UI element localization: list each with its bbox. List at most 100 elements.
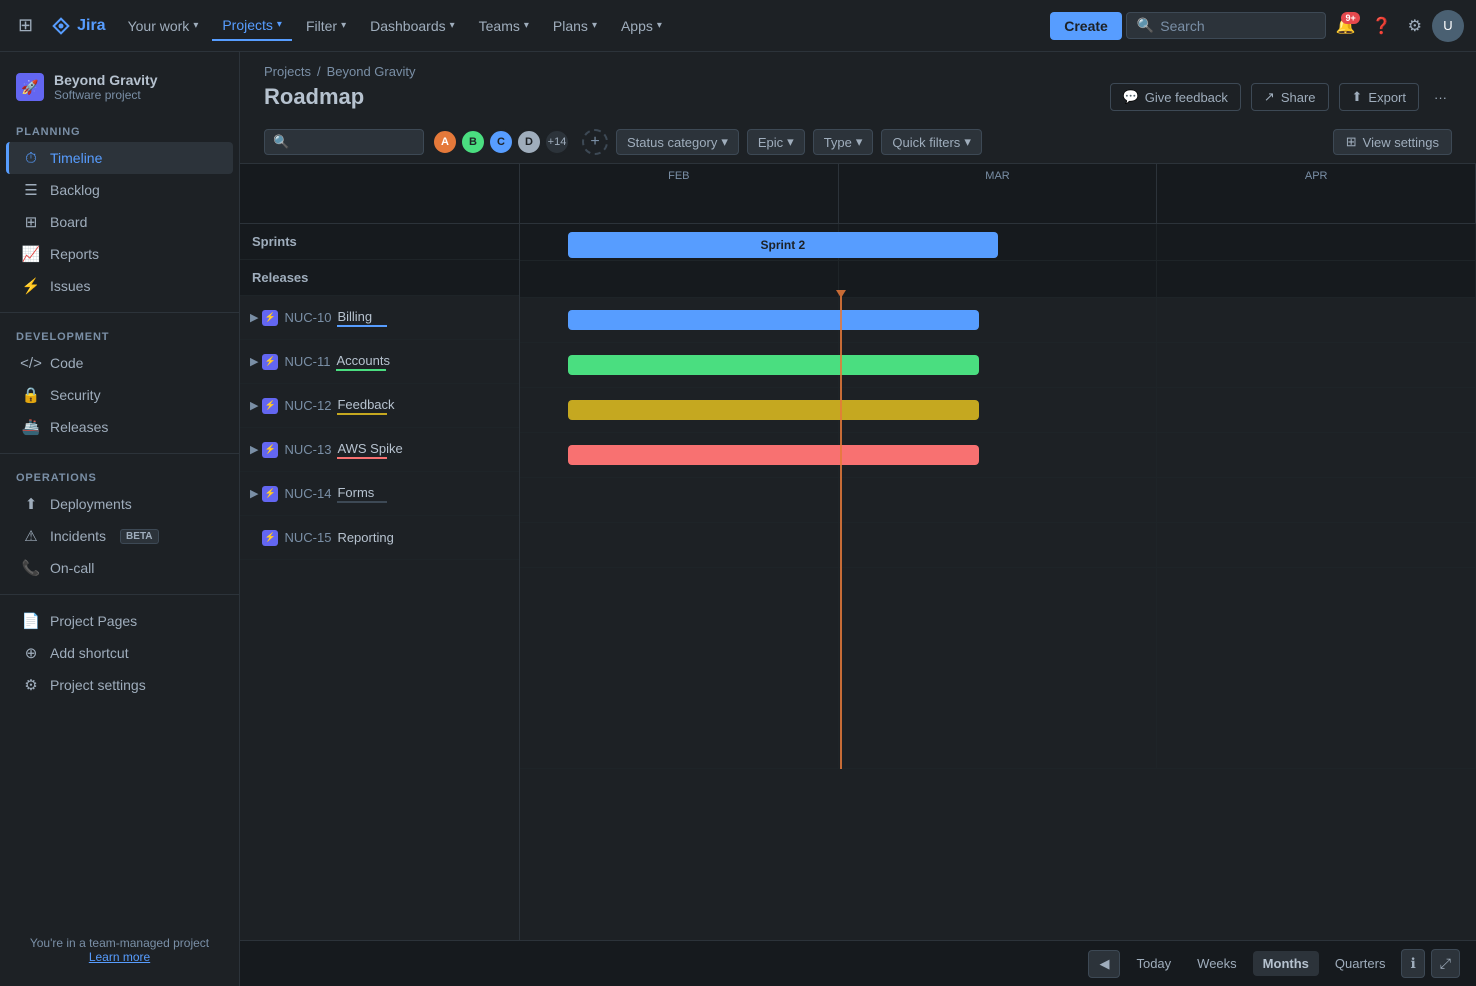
expand-nuc12[interactable]: ▶: [250, 399, 258, 412]
gantt-releases-section: Releases: [240, 260, 519, 296]
roadmap-search[interactable]: 🔍: [264, 129, 424, 155]
expand-nuc13[interactable]: ▶: [250, 443, 258, 456]
gantt-col: [520, 523, 839, 567]
item-name-nuc15: Reporting: [337, 530, 393, 545]
breadcrumb-projects[interactable]: Projects: [264, 64, 311, 79]
sidebar-item-timeline[interactable]: ⏱ Timeline: [6, 142, 233, 174]
avatar-4[interactable]: D: [516, 129, 542, 155]
expand-nuc10[interactable]: ▶: [250, 311, 258, 324]
reports-icon: 📈: [22, 245, 40, 263]
nav-your-work[interactable]: Your work ▾: [118, 12, 209, 40]
sidebar-item-label: Releases: [50, 419, 108, 435]
avatar-1[interactable]: A: [432, 129, 458, 155]
sidebar-item-project-settings[interactable]: ⚙ Project settings: [6, 669, 233, 701]
bar-nuc12[interactable]: [568, 400, 979, 420]
gantt-wrapper: Sprints Releases ▶ ⚡ NUC-10 Billing: [240, 164, 1476, 986]
settings-button[interactable]: ⚙: [1402, 10, 1428, 42]
sidebar-item-add-shortcut[interactable]: ⊕ Add shortcut: [6, 637, 233, 669]
sidebar-item-releases[interactable]: 🚢 Releases: [6, 411, 233, 443]
item-id-nuc11: NUC-11: [284, 354, 330, 369]
sidebar-item-reports[interactable]: 📈 Reports: [6, 238, 233, 270]
export-button[interactable]: ⬆ Export: [1339, 83, 1419, 111]
beta-badge: BETA: [120, 529, 158, 544]
avatar[interactable]: U: [1432, 10, 1464, 42]
gantt-left-header: [240, 164, 519, 224]
sidebar-item-oncall[interactable]: 📞 On-call: [6, 552, 233, 584]
sidebar-item-label: On-call: [50, 560, 94, 576]
breadcrumb: Projects / Beyond Gravity: [264, 64, 1452, 79]
footer-note: You're in a team-managed project: [16, 936, 223, 950]
item-underline: [337, 413, 387, 415]
settings-icon: ⊞: [1346, 134, 1357, 150]
gantt-body: Sprint 2: [520, 224, 1476, 769]
chevron-icon: ▾: [277, 19, 282, 30]
help-button[interactable]: ❓: [1366, 10, 1398, 42]
bar-nuc13[interactable]: [568, 445, 979, 465]
quick-filters[interactable]: Quick filters ▾: [881, 129, 981, 155]
sidebar-item-code[interactable]: </> Code: [6, 347, 233, 379]
nav-filter[interactable]: Filter ▾: [296, 12, 356, 40]
sidebar-item-security[interactable]: 🔒 Security: [6, 379, 233, 411]
jira-logo[interactable]: Jira: [43, 16, 113, 36]
view-settings-button[interactable]: ⊞ View settings: [1333, 129, 1452, 155]
sidebar-item-issues[interactable]: ⚡ Issues: [6, 270, 233, 302]
gantt-row-nuc14-bar: [520, 478, 1476, 523]
timeline-icon: ⏱: [22, 149, 40, 167]
add-view-button[interactable]: +: [582, 129, 608, 155]
gantt-row-nuc15: ▶ ⚡ NUC-15 Reporting: [240, 516, 519, 560]
nav-projects[interactable]: Projects ▾: [212, 11, 292, 41]
item-underline: [337, 457, 387, 459]
info-button[interactable]: ℹ: [1401, 949, 1424, 978]
gantt-col: [839, 261, 1158, 297]
sidebar-divider: [0, 312, 239, 313]
bar-nuc10[interactable]: [568, 310, 979, 330]
sidebar-item-board[interactable]: ⊞ Board: [6, 206, 233, 238]
chevron-icon: ▾: [657, 20, 662, 31]
item-name-nuc13: AWS Spike: [337, 441, 402, 456]
expand-nuc14[interactable]: ▶: [250, 487, 258, 500]
prev-nav-button[interactable]: ◀: [1088, 950, 1120, 978]
breadcrumb-beyond-gravity[interactable]: Beyond Gravity: [327, 64, 416, 79]
type-filter[interactable]: Type ▾: [813, 129, 874, 155]
create-button[interactable]: Create: [1050, 12, 1122, 40]
month-feb: FEB: [520, 164, 839, 223]
search-bar[interactable]: 🔍 Search: [1126, 12, 1326, 39]
avatar-3[interactable]: C: [488, 129, 514, 155]
share-button[interactable]: ↗ Share: [1251, 83, 1329, 111]
months-button[interactable]: Months: [1253, 951, 1319, 976]
avatar-2[interactable]: B: [460, 129, 486, 155]
status-category-filter[interactable]: Status category ▾: [616, 129, 739, 155]
today-button[interactable]: Today: [1126, 951, 1181, 976]
project-info: Beyond Gravity Software project: [54, 72, 157, 102]
more-actions-button[interactable]: ···: [1429, 85, 1452, 110]
sidebar-item-backlog[interactable]: ☰ Backlog: [6, 174, 233, 206]
search-icon: 🔍: [273, 134, 289, 150]
gantt-col: [839, 523, 1158, 567]
expand-nuc11[interactable]: ▶: [250, 355, 258, 368]
incidents-icon: ⚠: [22, 527, 40, 545]
shortcut-icon: ⊕: [22, 644, 40, 662]
grid-icon[interactable]: ⊞: [12, 9, 39, 42]
sidebar: 🚀 Beyond Gravity Software project PLANNI…: [0, 52, 240, 986]
nav-plans[interactable]: Plans ▾: [543, 12, 607, 40]
sidebar-item-project-pages[interactable]: 📄 Project Pages: [6, 605, 233, 637]
sidebar-item-incidents[interactable]: ⚠ Incidents BETA: [6, 520, 233, 552]
bar-nuc11[interactable]: [568, 355, 979, 375]
chevron-icon: ▾: [721, 134, 728, 150]
notifications-button[interactable]: 🔔 9+: [1330, 10, 1362, 42]
epic-filter[interactable]: Epic ▾: [747, 129, 805, 155]
chevron-icon: ▾: [964, 134, 971, 150]
fullscreen-button[interactable]: ⤢: [1431, 949, 1460, 978]
quarters-button[interactable]: Quarters: [1325, 951, 1396, 976]
sidebar-item-deployments[interactable]: ⬆ Deployments: [6, 488, 233, 520]
notif-count: 9+: [1341, 12, 1359, 24]
search-input[interactable]: [295, 135, 415, 150]
nav-teams[interactable]: Teams ▾: [469, 12, 539, 40]
give-feedback-button[interactable]: 💬 Give feedback: [1110, 83, 1241, 111]
nav-apps[interactable]: Apps ▾: [611, 12, 672, 40]
nav-dashboards[interactable]: Dashboards ▾: [360, 12, 465, 40]
weeks-button[interactable]: Weeks: [1187, 951, 1247, 976]
gantt-col: [839, 568, 1158, 768]
avatar-count[interactable]: +14: [544, 129, 570, 155]
learn-more-link[interactable]: Learn more: [89, 950, 150, 964]
